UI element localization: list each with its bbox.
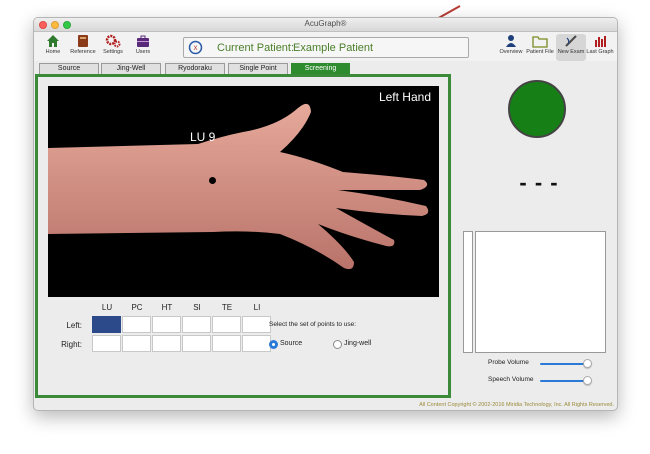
home-label: Home <box>45 49 61 55</box>
window-title: AcuGraph® <box>304 19 347 28</box>
grid-cell-right-pc[interactable] <box>122 335 151 352</box>
users-label: Users <box>135 49 151 55</box>
tab-bar: Source Jing-Well Ryodoraku Single Point … <box>34 62 617 74</box>
tab-jing-well[interactable]: Jing-Well <box>101 63 161 74</box>
tab-screening[interactable]: Screening <box>291 63 350 74</box>
app-window: AcuGraph® Home Reference Settings Users … <box>33 17 618 411</box>
probe-volume-label: Probe Volume <box>488 359 529 366</box>
current-patient-box[interactable]: X Current Patient: Example Patient <box>183 37 469 58</box>
home-icon <box>47 35 59 47</box>
speech-volume-label: Speech Volume <box>488 376 534 383</box>
grid-cell-right-li[interactable] <box>242 335 271 352</box>
current-patient-label: Current Patient: <box>217 42 295 54</box>
patient-file-button[interactable]: Patient File <box>525 34 555 61</box>
overview-label: Overview <box>499 49 523 55</box>
acupoint-label: LU 9 <box>190 130 216 144</box>
new-exam-label: New Exam <box>557 49 585 55</box>
column-header: TE <box>221 303 233 312</box>
hand-side-title: Left Hand <box>378 90 431 104</box>
reading-status-indicator <box>508 80 566 138</box>
grid-cell-left-si[interactable] <box>182 316 211 333</box>
grid-cell-left-pc[interactable] <box>122 316 151 333</box>
tab-source[interactable]: Source <box>39 63 99 74</box>
radio-unselected-icon <box>333 340 342 349</box>
jing-well-radio[interactable]: Jing-well <box>333 340 393 350</box>
column-header: LI <box>253 303 261 312</box>
radio-selected-icon <box>269 340 278 349</box>
point-set-label: Select the set of points to use: <box>269 321 357 328</box>
level-bar <box>463 231 473 353</box>
grid-cell-left-ht[interactable] <box>152 316 181 333</box>
tab-single-point[interactable]: Single Point <box>228 63 288 74</box>
column-header: SI <box>193 303 201 312</box>
reference-label: Reference <box>70 49 96 55</box>
last-graph-label: Last Graph <box>586 49 614 55</box>
grid-cell-right-si[interactable] <box>182 335 211 352</box>
settings-button[interactable]: Settings <box>98 34 128 61</box>
book-icon <box>78 35 88 47</box>
reading-value: - - - <box>519 170 559 195</box>
grid-cell-right-te[interactable] <box>212 335 241 352</box>
grid-cell-left-lu[interactable] <box>92 316 121 333</box>
probe-icon <box>565 35 577 47</box>
source-radio[interactable]: Source <box>269 340 329 350</box>
probe-volume-handle[interactable] <box>582 359 592 368</box>
reference-button[interactable]: Reference <box>68 34 98 61</box>
speech-volume-control: Speech Volume <box>474 376 617 386</box>
acupoint-marker <box>209 177 216 184</box>
column-header: PC <box>131 303 143 312</box>
grid-cell-right-lu[interactable] <box>92 335 121 352</box>
folder-icon <box>532 36 548 48</box>
last-graph-button[interactable]: Last Graph <box>585 34 615 61</box>
person-icon <box>506 35 516 47</box>
title-bar: AcuGraph® <box>34 18 617 32</box>
row-header-right: Right: <box>61 340 82 349</box>
speech-volume-slider[interactable] <box>540 380 589 382</box>
patient-logo-icon: X <box>188 40 203 55</box>
speech-volume-handle[interactable] <box>582 376 592 385</box>
users-button[interactable]: Users <box>128 34 158 61</box>
patient-file-label: Patient File <box>526 49 554 55</box>
meridian-grid: LU PC HT SI TE LI Left: Right: <box>48 303 271 358</box>
settings-label: Settings <box>103 49 123 55</box>
source-radio-label: Source <box>280 340 303 347</box>
current-patient-name: Example Patient <box>293 42 374 54</box>
jing-well-radio-label: Jing-well <box>344 340 372 347</box>
briefcase-icon <box>137 35 149 47</box>
bar-chart-icon <box>595 36 606 47</box>
probe-volume-slider[interactable] <box>540 363 589 365</box>
probe-volume-control: Probe Volume <box>474 359 617 369</box>
column-header: HT <box>161 303 173 312</box>
copyright-footer: All Content Copyright © 2002-2016 Miridi… <box>419 402 614 408</box>
grid-cell-right-ht[interactable] <box>152 335 181 352</box>
home-button[interactable]: Home <box>38 34 68 61</box>
gears-icon <box>105 34 121 48</box>
hand-photo: Left Hand LU 9 <box>48 86 439 297</box>
hand-image <box>48 103 429 270</box>
tab-ryodoraku[interactable]: Ryodoraku <box>165 63 225 74</box>
new-exam-button[interactable]: New Exam <box>556 34 586 61</box>
column-header: LU <box>101 303 113 312</box>
row-header-left: Left: <box>66 321 82 330</box>
svg-text:X: X <box>193 46 197 52</box>
reading-graph-area <box>475 231 606 353</box>
overview-button[interactable]: Overview <box>496 34 526 61</box>
screening-panel: Left Hand LU 9 LU PC HT SI TE LI Left: R… <box>35 74 451 398</box>
toolbar: Home Reference Settings Users X Current … <box>34 32 617 61</box>
grid-cell-left-li[interactable] <box>242 316 271 333</box>
grid-cell-left-te[interactable] <box>212 316 241 333</box>
